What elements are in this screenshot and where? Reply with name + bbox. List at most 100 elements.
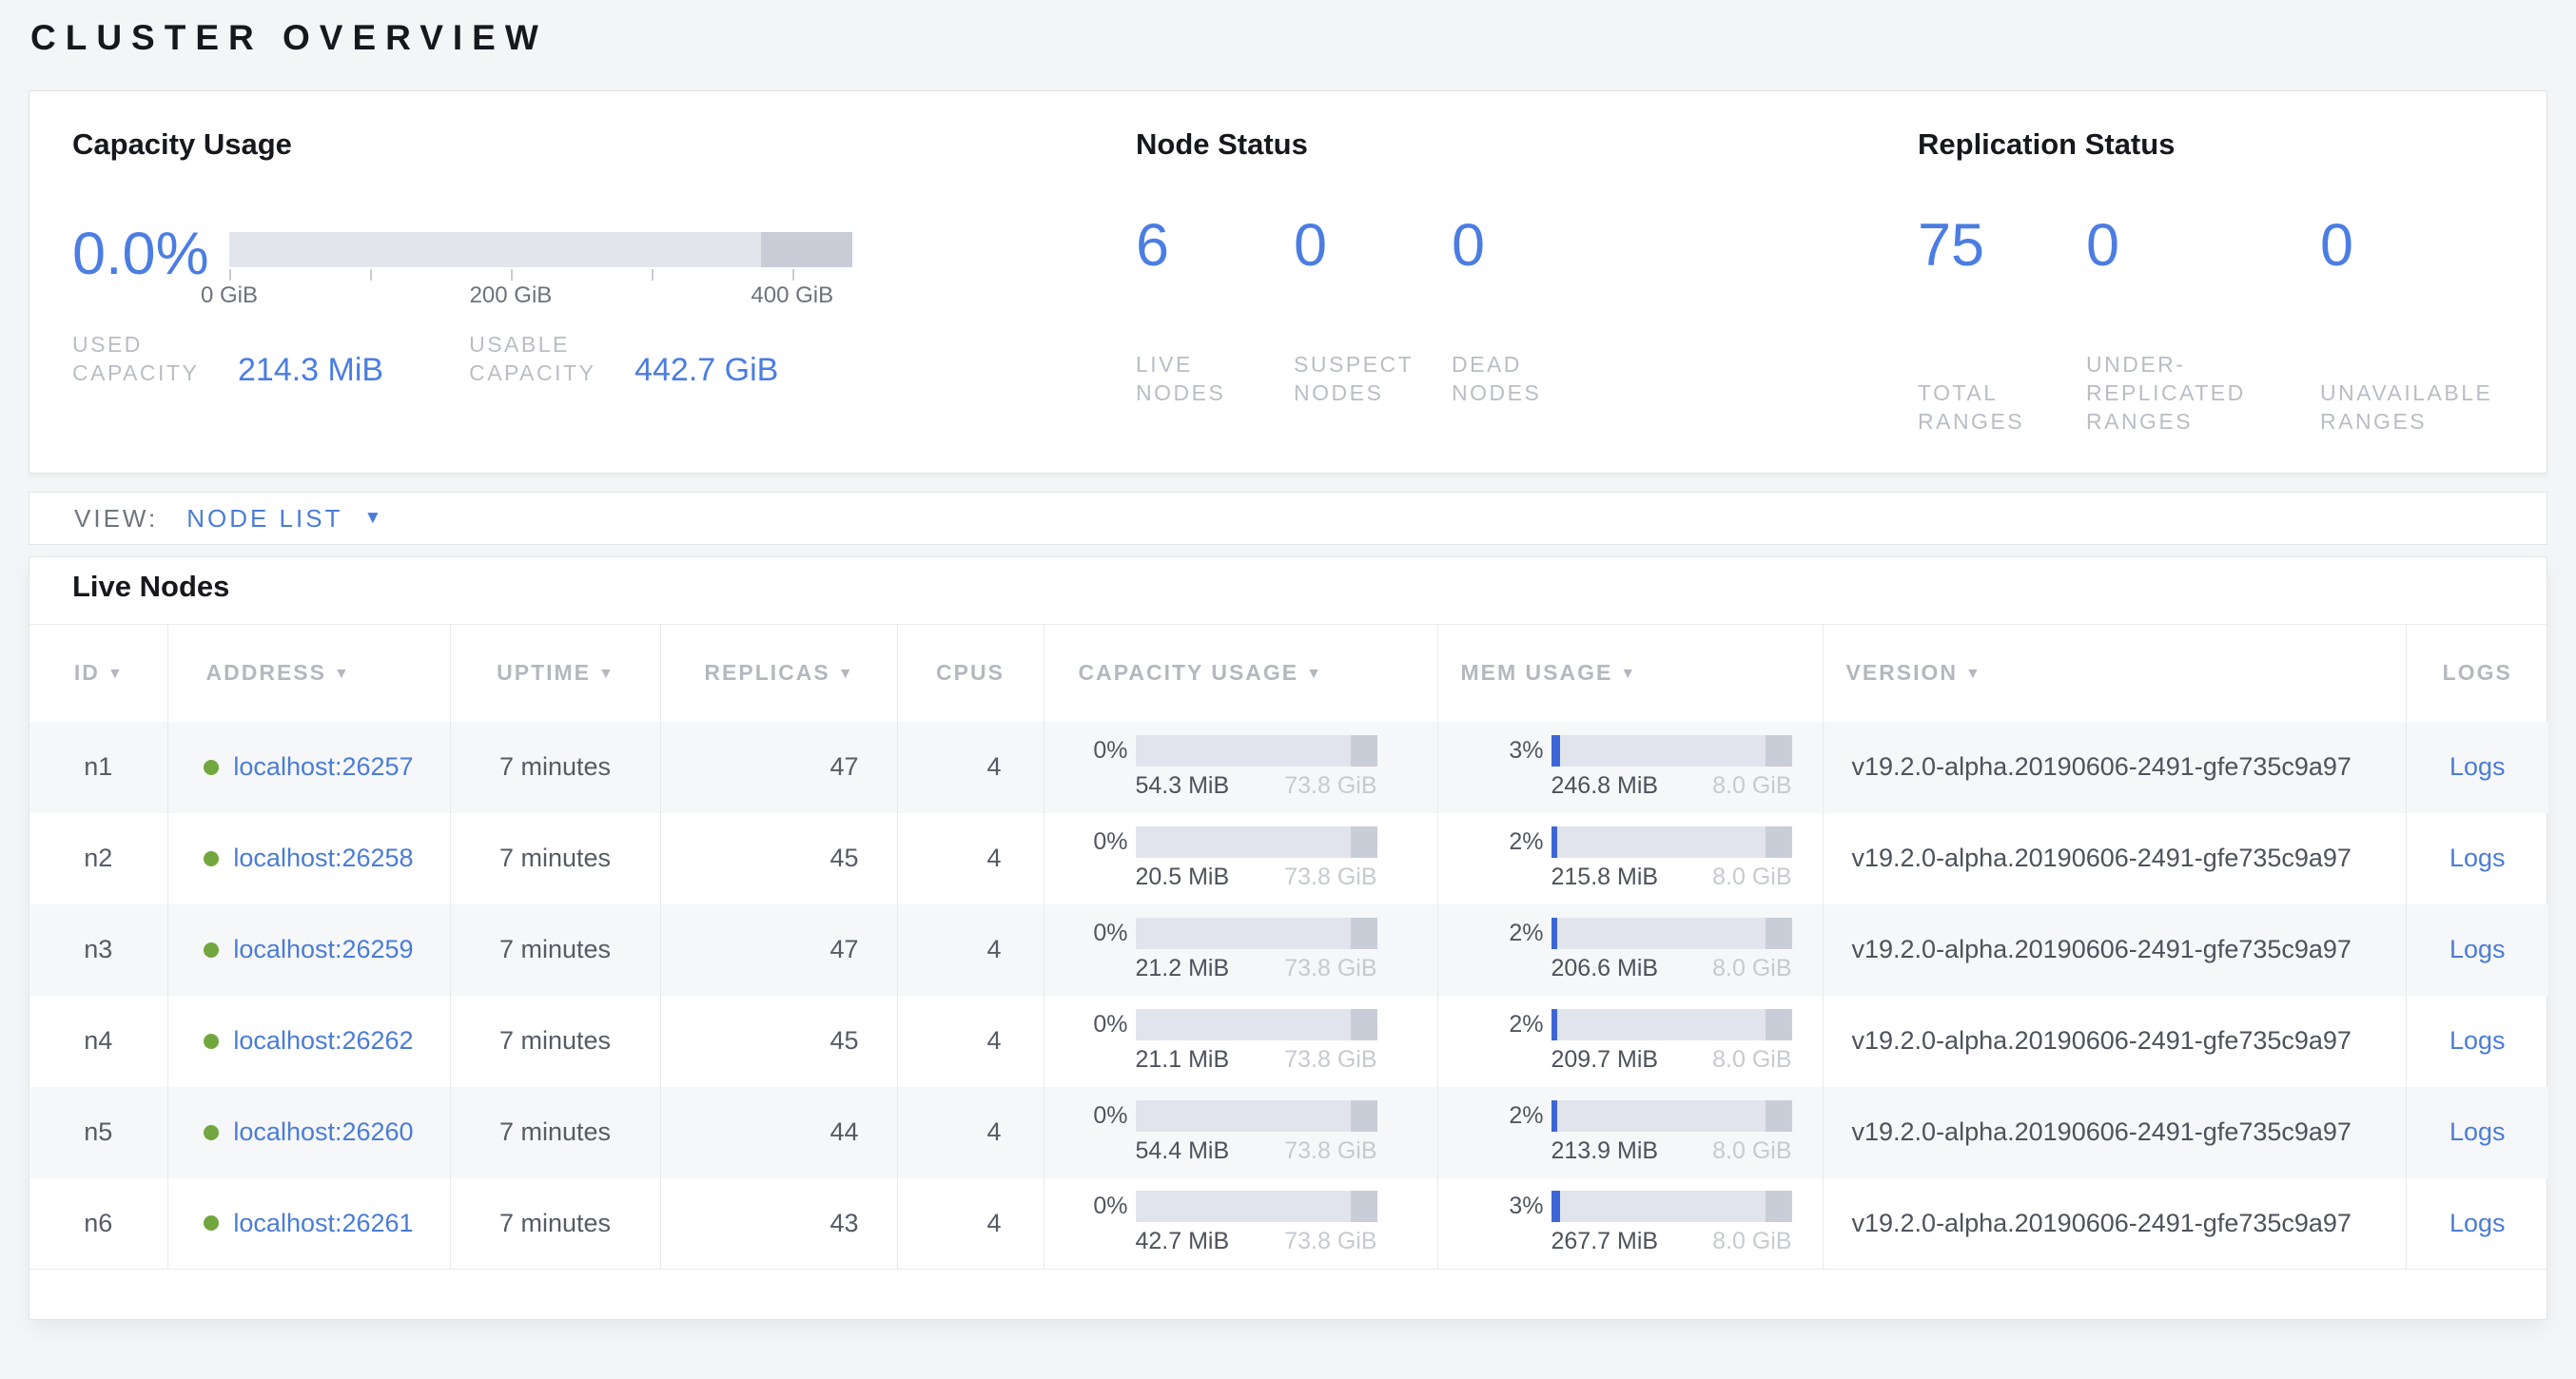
cluster-overview-page: CLUSTER OVERVIEW Capacity Usage 0.0% 0 G… xyxy=(0,0,2576,1320)
capacity-used: 21.2 MiB xyxy=(1136,955,1230,982)
capacity-max: 73.8 GiB xyxy=(1284,955,1376,982)
node-replicas: 44 xyxy=(660,1087,897,1178)
logs-link[interactable]: Logs xyxy=(2449,1117,2506,1146)
capacity-usage-bar xyxy=(1136,1009,1377,1040)
capacity-usage-chart: 0.0% 0 GiB200 GiB400 GiB xyxy=(72,207,1136,311)
axis-tick xyxy=(792,269,794,281)
capacity-axis-ticks xyxy=(229,267,852,281)
node-cpus: 4 xyxy=(897,996,1044,1087)
node-address-link[interactable]: localhost:26259 xyxy=(233,935,413,964)
capacity-usage-bar xyxy=(1136,918,1377,949)
mem-used-segment xyxy=(1551,1009,1557,1040)
node-replicas: 45 xyxy=(660,813,897,904)
node-row: n4 localhost:26262 7 minutes 45 4 0% 21.… xyxy=(29,996,2548,1087)
node-cpus: 4 xyxy=(897,813,1044,904)
node-address-link[interactable]: localhost:26257 xyxy=(233,752,413,782)
node-status-labels: LIVE NODES SUSPECT NODES DEAD NODES xyxy=(1136,350,1918,407)
capacity-usage-section: Capacity Usage 0.0% 0 GiB200 GiB400 GiB … xyxy=(29,91,1136,473)
mem-used: 213.9 MiB xyxy=(1551,1137,1659,1165)
node-uptime: 7 minutes xyxy=(450,813,660,904)
mem-usage-bar xyxy=(1551,1009,1792,1040)
mem-max: 8.0 GiB xyxy=(1712,772,1791,800)
capacity-used: 21.1 MiB xyxy=(1136,1046,1230,1074)
capacity-max: 73.8 GiB xyxy=(1284,1046,1376,1074)
node-live-status-icon xyxy=(204,1125,219,1140)
capacity-pct: 0% xyxy=(1064,1102,1136,1130)
logs-link[interactable]: Logs xyxy=(2449,1026,2506,1055)
capacity-used: 42.7 MiB xyxy=(1136,1228,1230,1255)
node-id: n1 xyxy=(29,722,167,813)
column-header-version[interactable]: VERSION▼ xyxy=(1823,625,2406,722)
mem-pct: 2% xyxy=(1457,920,1551,947)
mem-dark-segment xyxy=(1766,826,1791,858)
node-uptime: 7 minutes xyxy=(450,904,660,996)
mem-usage-bar xyxy=(1551,735,1792,767)
capacity-dark-segment xyxy=(1351,826,1376,858)
live-nodes-title: Live Nodes xyxy=(29,557,2547,624)
mem-pct: 2% xyxy=(1457,828,1551,856)
capacity-max: 73.8 GiB xyxy=(1284,772,1376,800)
column-header-capacity-usage[interactable]: CAPACITY USAGE▼ xyxy=(1044,625,1437,722)
node-replicas: 47 xyxy=(660,904,897,996)
usable-capacity-value: 442.7 GiB xyxy=(634,352,778,389)
sort-icon: ▼ xyxy=(838,666,853,682)
column-header-logs: LOGS xyxy=(2406,625,2548,722)
column-header-uptime[interactable]: UPTIME▼ xyxy=(450,625,660,722)
mem-used: 267.7 MiB xyxy=(1551,1228,1659,1255)
dead-nodes-count: 0 xyxy=(1452,207,1610,283)
capacity-usage-bar xyxy=(1136,735,1377,767)
column-header-replicas[interactable]: REPLICAS▼ xyxy=(660,625,897,722)
view-selector-dropdown[interactable]: NODE LIST ▼ xyxy=(186,504,381,534)
replication-status-labels: TOTAL RANGES UNDER-REPLICATED RANGES UNA… xyxy=(1918,350,2547,436)
used-capacity-label: USED CAPACITY xyxy=(72,330,207,387)
cluster-summary-card: Capacity Usage 0.0% 0 GiB200 GiB400 GiB … xyxy=(29,90,2547,474)
mem-used-segment xyxy=(1551,735,1561,767)
node-row: n6 localhost:26261 7 minutes 43 4 0% 42.… xyxy=(29,1178,2548,1270)
chevron-down-icon: ▼ xyxy=(363,508,381,529)
node-address-link[interactable]: localhost:26258 xyxy=(233,844,413,873)
column-header-mem-usage[interactable]: MEM USAGE▼ xyxy=(1437,625,1823,722)
capacity-dark-segment xyxy=(1351,918,1376,949)
logs-link[interactable]: Logs xyxy=(2449,752,2506,781)
used-capacity-stat: USED CAPACITY 214.3 MiB xyxy=(72,330,383,387)
node-address-link[interactable]: localhost:26262 xyxy=(233,1026,413,1056)
mem-dark-segment xyxy=(1766,918,1791,949)
logs-link[interactable]: Logs xyxy=(2449,1209,2506,1237)
node-id: n2 xyxy=(29,813,167,904)
page-title: CLUSTER OVERVIEW xyxy=(30,17,2547,59)
axis-tick xyxy=(229,269,231,281)
live-nodes-label: LIVE NODES xyxy=(1136,350,1261,407)
sort-icon: ▼ xyxy=(598,666,614,682)
logs-link[interactable]: Logs xyxy=(2449,935,2506,963)
node-cpus: 4 xyxy=(897,1087,1044,1178)
mem-used-segment xyxy=(1551,1191,1561,1222)
node-address-link[interactable]: localhost:26261 xyxy=(233,1209,413,1238)
mem-dark-segment xyxy=(1766,735,1791,767)
node-live-status-icon xyxy=(204,760,219,775)
replication-status-title: Replication Status xyxy=(1918,127,2547,162)
mem-used: 209.7 MiB xyxy=(1551,1046,1659,1074)
under-replicated-ranges-count: 0 xyxy=(2086,207,2320,283)
axis-tick xyxy=(652,269,654,281)
column-header-id[interactable]: ID▼ xyxy=(29,625,167,722)
node-version: v19.2.0-alpha.20190606-2491-gfe735c9a97 xyxy=(1823,813,2406,904)
mem-dark-segment xyxy=(1766,1009,1791,1040)
capacity-usage-title: Capacity Usage xyxy=(72,127,1136,162)
mem-max: 8.0 GiB xyxy=(1712,864,1791,891)
node-live-status-icon xyxy=(204,1034,219,1049)
view-label: VIEW: xyxy=(74,504,158,534)
node-id: n3 xyxy=(29,904,167,996)
node-replicas: 47 xyxy=(660,722,897,813)
axis-tick xyxy=(370,269,372,281)
dead-nodes-label: DEAD NODES xyxy=(1452,350,1577,407)
axis-tick-label: 0 GiB xyxy=(201,282,258,309)
sort-icon: ▼ xyxy=(1620,666,1635,682)
capacity-max: 73.8 GiB xyxy=(1284,1137,1376,1165)
column-header-address[interactable]: ADDRESS▼ xyxy=(167,625,450,722)
total-ranges-count: 75 xyxy=(1918,207,2086,283)
logs-link[interactable]: Logs xyxy=(2449,844,2506,872)
node-id: n4 xyxy=(29,996,167,1087)
capacity-max: 73.8 GiB xyxy=(1284,864,1376,891)
node-address-link[interactable]: localhost:26260 xyxy=(233,1117,413,1147)
capacity-usage-bar xyxy=(1136,1100,1377,1132)
